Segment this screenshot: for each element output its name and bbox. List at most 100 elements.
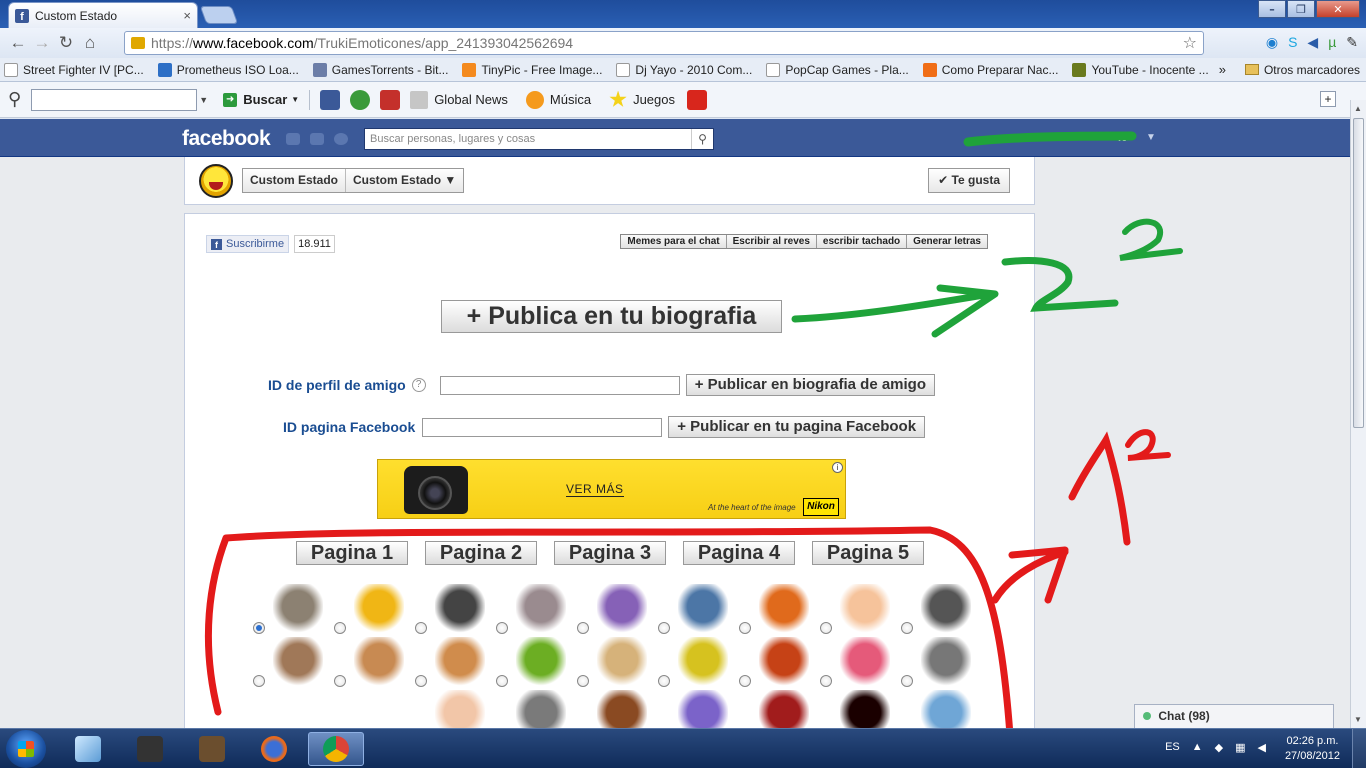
publish-friend-button[interactable]: + Publicar en biografia de amigo [685, 374, 936, 396]
search-icon[interactable]: ⚲ [8, 89, 21, 110]
home-icon[interactable]: ⌂ [78, 33, 102, 53]
emoticon-thumbnail[interactable] [759, 637, 809, 687]
emoticon-option[interactable] [901, 637, 981, 689]
emoticon-radio[interactable] [577, 622, 589, 634]
emoticon-radio[interactable] [415, 622, 427, 634]
emoticon-option[interactable] [334, 637, 414, 689]
windows-start-button[interactable] [6, 730, 46, 768]
tab-custom-estado[interactable]: f Custom Estado × [8, 2, 198, 28]
emoticon-radio[interactable] [658, 622, 670, 634]
publish-biography-button[interactable]: + Publica en tu biografia [441, 300, 782, 333]
emoticon-option[interactable] [253, 584, 333, 636]
youtube-icon[interactable] [380, 89, 401, 110]
utorrent-icon[interactable] [350, 89, 371, 110]
extension-utorrent-icon[interactable]: µ [1328, 34, 1336, 51]
emoticon-radio[interactable] [820, 622, 832, 634]
bookmark-item[interactable]: Street Fighter IV [PC... [4, 62, 144, 77]
emoticon-thumbnail[interactable] [516, 584, 566, 634]
user-name-link[interactable]: io [1118, 132, 1128, 144]
nikon-ad-banner[interactable]: VER MÁS At the heart of the image Nikon … [377, 459, 846, 519]
reload-icon[interactable]: ↻ [54, 33, 78, 53]
account-menu-chevron-icon[interactable]: ▼ [1146, 132, 1156, 143]
system-clock[interactable]: 02:26 p.m. 27/08/2012 [1285, 734, 1340, 764]
friend-requests-icon[interactable] [286, 133, 300, 145]
address-bar[interactable]: https:// www.facebook.com /TrukiEmoticon… [124, 31, 1204, 55]
language-indicator[interactable]: ES [1165, 741, 1180, 754]
taskbar-firefox[interactable] [246, 732, 302, 766]
emoticon-thumbnail[interactable] [921, 637, 971, 687]
app-name-button[interactable]: Custom Estado [243, 169, 345, 192]
emoticon-thumbnail[interactable] [597, 637, 647, 687]
emoticon-radio[interactable] [901, 675, 913, 687]
emoticon-thumbnail[interactable] [354, 637, 404, 687]
add-button[interactable]: + [1320, 91, 1336, 107]
emoticon-option[interactable] [577, 584, 657, 636]
emoticon-radio[interactable] [496, 675, 508, 687]
taskbar-notes-app[interactable] [60, 732, 116, 766]
emoticon-option[interactable] [496, 584, 576, 636]
extension-speaker-icon[interactable]: ◀ [1307, 34, 1318, 51]
show-desktop-button[interactable] [1352, 729, 1366, 768]
emoticon-thumbnail[interactable] [759, 584, 809, 634]
emoticon-option[interactable] [496, 637, 576, 689]
emoticon-radio[interactable] [253, 675, 265, 687]
page-id-input[interactable] [422, 417, 663, 437]
memes-link[interactable]: Memes para el chat [621, 235, 725, 248]
bookmark-item[interactable]: Como Preparar Nac... [922, 62, 1058, 77]
bookmark-item[interactable]: YouTube - Inocente ... [1072, 62, 1209, 77]
ad-info-icon[interactable]: i [832, 462, 843, 473]
emoticon-option[interactable] [253, 637, 333, 689]
escribir-tachado-link[interactable]: escribir tachado [815, 235, 906, 248]
emoticon-option[interactable] [415, 584, 495, 636]
chevron-down-icon[interactable]: ▼ [199, 95, 211, 105]
emoticon-option[interactable] [577, 637, 657, 689]
emoticon-thumbnail[interactable] [840, 637, 890, 687]
scroll-up-arrow-icon[interactable]: ▲ [1354, 104, 1362, 113]
emoticon-radio[interactable] [901, 622, 913, 634]
emoticon-thumbnail[interactable] [354, 584, 404, 634]
publish-page-button[interactable]: + Publicar en tu pagina Facebook [668, 416, 926, 438]
facebook-logo[interactable]: facebook [182, 127, 271, 151]
escribir-reves-link[interactable]: Escribir al reves [725, 235, 816, 248]
emoticon-option[interactable] [658, 584, 738, 636]
emoticon-option[interactable] [334, 584, 414, 636]
page-3-button[interactable]: Pagina 3 [554, 541, 666, 565]
extension-skype-icon[interactable]: S [1288, 34, 1297, 51]
emoticon-thumbnail[interactable] [678, 584, 728, 634]
emoticon-radio[interactable] [577, 675, 589, 687]
facebook-search-input[interactable]: Buscar personas, lugares y cosas ⚲ [364, 128, 714, 150]
facebook-icon[interactable] [320, 89, 341, 110]
emoticon-thumbnail[interactable] [435, 637, 485, 687]
bookmark-item[interactable]: PopCap Games - Pla... [766, 62, 909, 77]
emoticon-radio[interactable] [334, 622, 346, 634]
bookmark-star-icon[interactable]: ☆ [1183, 33, 1197, 53]
emoticon-radio[interactable] [820, 675, 832, 687]
extension-eye-icon[interactable]: ◉ [1266, 34, 1278, 51]
emoticon-option[interactable] [739, 584, 819, 636]
laughing-emoticon-icon[interactable] [199, 164, 233, 198]
minimize-button[interactable]: – [1258, 0, 1286, 18]
wrench-menu-icon[interactable]: ✎ [1346, 34, 1358, 51]
emoticon-option[interactable] [739, 637, 819, 689]
emoticon-thumbnail[interactable] [273, 584, 323, 634]
bookmark-item[interactable]: Prometheus ISO Loa... [157, 62, 299, 77]
emoticon-option[interactable] [415, 637, 495, 689]
emoticon-radio[interactable] [334, 675, 346, 687]
emoticon-option[interactable] [658, 637, 738, 689]
juegos-link[interactable]: Juegos [609, 90, 675, 109]
emoticon-option[interactable] [820, 637, 900, 689]
emoticon-thumbnail[interactable] [516, 637, 566, 687]
bookmark-item[interactable]: Dj Yayo - 2010 Com... [616, 62, 752, 77]
chat-sidebar-tab[interactable]: Chat (98) [1134, 704, 1334, 728]
tray-app-icon[interactable]: ◆ [1215, 741, 1223, 754]
messages-icon[interactable] [310, 133, 324, 145]
taskbar-chrome[interactable] [308, 732, 364, 766]
close-window-button[interactable]: ✕ [1316, 0, 1360, 18]
volume-icon[interactable]: ◀ [1258, 741, 1266, 754]
emoticon-radio[interactable] [415, 675, 427, 687]
emoticon-radio[interactable] [658, 675, 670, 687]
emoticon-radio[interactable] [739, 675, 751, 687]
page-scrollbar[interactable]: ▲ ▼ [1350, 100, 1366, 728]
cb-icon[interactable] [687, 89, 707, 110]
maximize-button[interactable]: ❐ [1287, 0, 1315, 18]
